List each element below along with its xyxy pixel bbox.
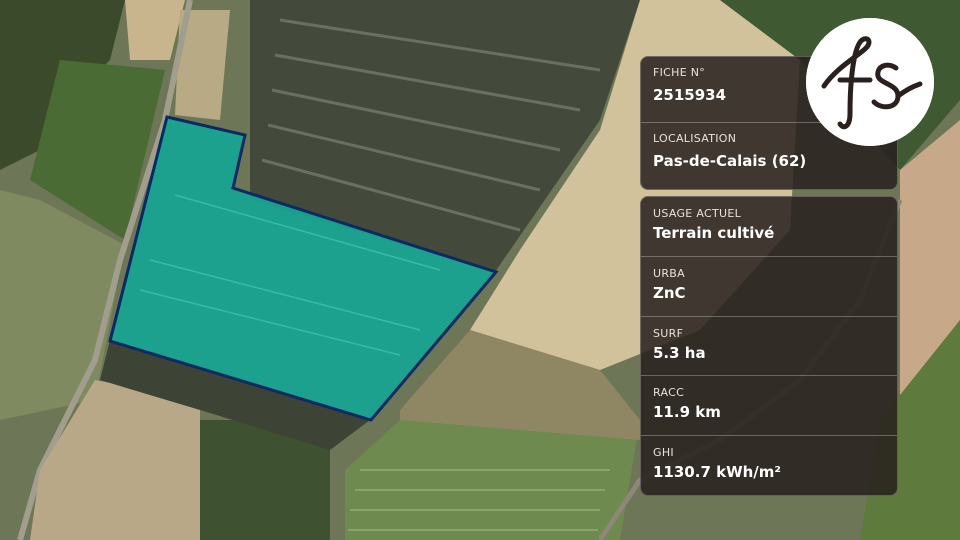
urba-value: ZnC bbox=[653, 284, 686, 302]
field-green-bottom bbox=[345, 420, 640, 540]
fs-logo-icon bbox=[806, 18, 934, 146]
ghi-value: 1130.7 kWh/m² bbox=[653, 462, 781, 481]
localisation-value: Pas-de-Calais (62) bbox=[653, 152, 807, 170]
localisation-label: LOCALISATION bbox=[653, 132, 737, 145]
usage-label: USAGE ACTUEL bbox=[653, 207, 742, 220]
usage-value: Terrain cultivé bbox=[653, 224, 775, 242]
urba-row: URBA ZnC bbox=[641, 257, 897, 317]
racc-row: RACC 11.9 km bbox=[641, 376, 897, 436]
surf-value: 5.3 ha bbox=[653, 343, 706, 362]
fiche-value: 2515934 bbox=[653, 86, 727, 104]
ghi-row: GHI 1130.7 kWh/m² bbox=[641, 436, 897, 495]
surf-label: SURF bbox=[653, 326, 684, 340]
fs-logo bbox=[806, 18, 934, 146]
urba-label: URBA bbox=[653, 267, 685, 280]
usage-row: USAGE ACTUEL Terrain cultivé bbox=[641, 197, 897, 257]
details-card: USAGE ACTUEL Terrain cultivé URBA ZnC SU… bbox=[640, 196, 898, 496]
ghi-label: GHI bbox=[653, 445, 674, 459]
racc-value: 11.9 km bbox=[653, 403, 721, 422]
fiche-label: FICHE N° bbox=[653, 66, 706, 79]
racc-label: RACC bbox=[653, 386, 685, 400]
surf-row: SURF 5.3 ha bbox=[641, 317, 897, 377]
